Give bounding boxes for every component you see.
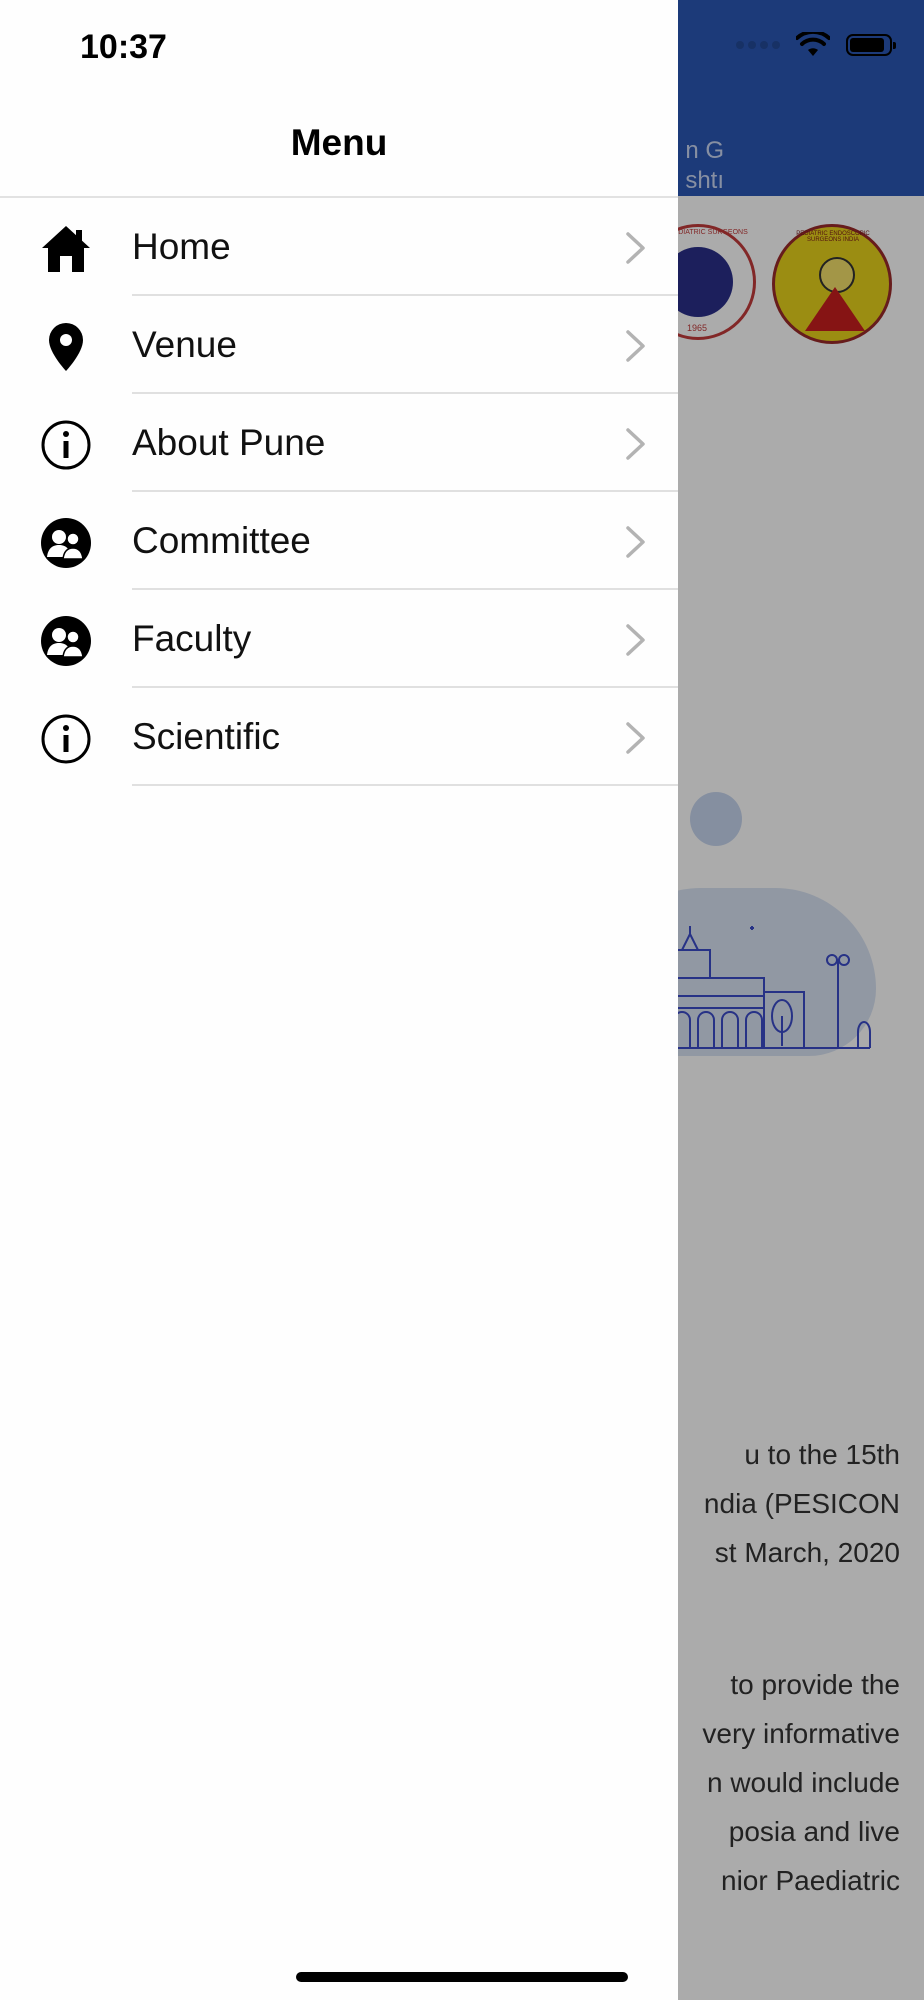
menu-item-faculty[interactable]: Faculty bbox=[0, 590, 678, 688]
side-menu-drawer: 10:37 Menu Home Venue About Pune Committ… bbox=[0, 0, 678, 2000]
menu-item-home[interactable]: Home bbox=[0, 198, 678, 296]
menu-item-label: About Pune bbox=[132, 422, 326, 463]
people-icon bbox=[38, 613, 94, 669]
menu-item-label: Faculty bbox=[132, 618, 252, 659]
menu-item-venue[interactable]: Venue bbox=[0, 296, 678, 394]
people-icon bbox=[38, 515, 94, 571]
menu-item-scientific[interactable]: Scientific bbox=[0, 688, 678, 786]
home-indicator[interactable] bbox=[296, 1972, 628, 1982]
menu-list: Home Venue About Pune Committee Faculty … bbox=[0, 198, 678, 786]
menu-title: Menu bbox=[290, 122, 388, 163]
menu-item-about-pune[interactable]: About Pune bbox=[0, 394, 678, 492]
chevron-right-icon bbox=[626, 526, 645, 558]
menu-item-label: Home bbox=[132, 226, 231, 267]
info-icon bbox=[38, 417, 94, 473]
location-pin-icon bbox=[38, 319, 94, 375]
status-bar-time: 10:37 bbox=[80, 28, 167, 66]
info-icon bbox=[38, 711, 94, 767]
chevron-right-icon bbox=[626, 722, 645, 754]
home-icon bbox=[38, 221, 94, 277]
menu-item-committee[interactable]: Committee bbox=[0, 492, 678, 590]
menu-item-label: Venue bbox=[132, 324, 237, 365]
chevron-right-icon bbox=[626, 330, 645, 362]
menu-item-label: Committee bbox=[132, 520, 311, 561]
menu-item-label: Scientific bbox=[132, 716, 281, 757]
chevron-right-icon bbox=[626, 624, 645, 656]
chevron-right-icon bbox=[626, 428, 645, 460]
chevron-right-icon bbox=[626, 232, 645, 264]
row-divider bbox=[132, 784, 678, 786]
